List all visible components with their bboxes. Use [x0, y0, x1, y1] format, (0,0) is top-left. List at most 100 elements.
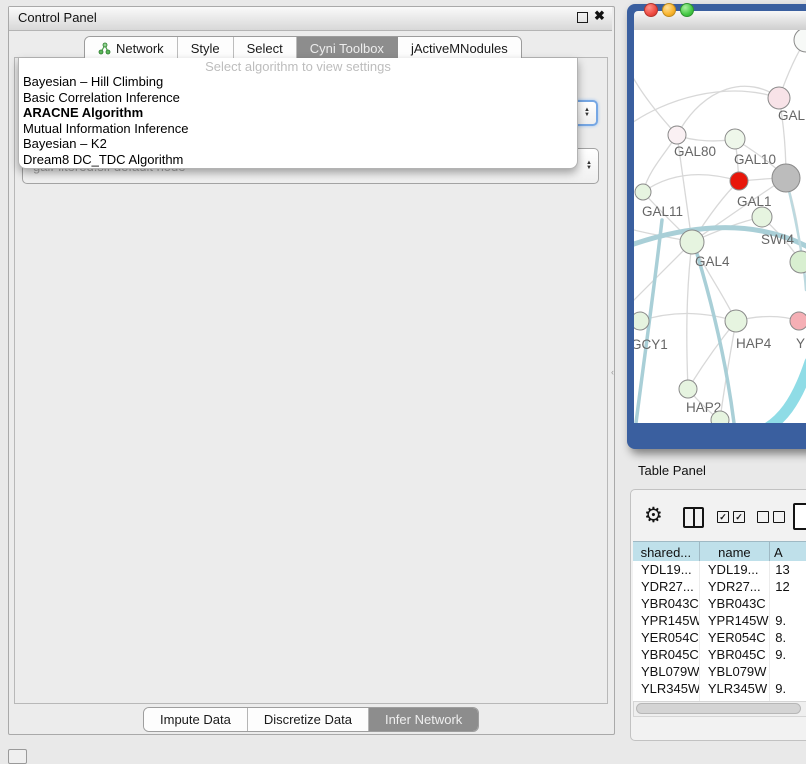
cell-value [770, 595, 806, 612]
tab-impute-data[interactable]: Impute Data [144, 708, 248, 731]
network-node[interactable] [772, 164, 800, 192]
network-node-label: GAL [778, 108, 806, 123]
dropdown-item-bayesian-hill-climbing[interactable]: Bayesian – Hill Climbing [19, 74, 577, 90]
import-table-icon[interactable] [793, 503, 806, 530]
dropdown-item-dream8[interactable]: Dream8 DC_TDC Algorithm [19, 152, 577, 168]
tab-network-label: Network [116, 41, 164, 56]
dropdown-item-bayesian-k2[interactable]: Bayesian – K2 [19, 136, 577, 152]
cell-shared: YBR045C [633, 646, 700, 663]
network-edge[interactable] [643, 175, 739, 192]
cell-shared: YER054C [633, 629, 700, 646]
select-all-icon[interactable]: ✓✓ [717, 511, 749, 523]
network-node-gal4[interactable] [680, 230, 704, 254]
network-node-label: GAL4 [695, 254, 730, 269]
column-header-clipped[interactable]: A [770, 542, 806, 562]
deselect-all-icon[interactable] [757, 511, 789, 523]
tab-style-label: Style [191, 41, 220, 56]
table-hscrollbar-thumb[interactable] [636, 703, 801, 714]
window-minimize-traffic-icon[interactable] [662, 3, 676, 17]
network-node-label: SWI4 [761, 232, 794, 247]
network-node-gal11[interactable] [635, 184, 651, 200]
panel-splitter-handle[interactable]: ‹ [611, 367, 614, 377]
algorithm-dropdown: Select algorithm to view settings Bayesi… [18, 58, 578, 169]
window-close-traffic-icon[interactable] [644, 3, 658, 17]
columns-icon[interactable] [683, 507, 704, 528]
column-header-name[interactable]: name [700, 542, 770, 562]
network-node-gal80[interactable] [668, 126, 686, 144]
cell-value: 12 [770, 578, 806, 595]
network-edge[interactable] [720, 321, 736, 420]
table-row[interactable]: YER054CYER054C8. [633, 629, 806, 646]
close-icon[interactable]: ✖ [594, 8, 605, 24]
network-edge[interactable] [752, 362, 806, 423]
tab-style[interactable]: Style [178, 37, 234, 59]
table-row[interactable]: YDR27...YDR27...12 [633, 578, 806, 595]
network-node-gcy1[interactable] [634, 312, 649, 330]
cell-name: YER054C [700, 629, 770, 646]
network-node-hap2[interactable] [679, 380, 697, 398]
table-row[interactable]: YBL079WYBL079W [633, 663, 806, 680]
tab-discretize-data-label: Discretize Data [264, 712, 352, 727]
cell-name: YPR145W [700, 612, 770, 629]
network-node-label: GCY1 [634, 337, 668, 352]
cell-value: 9. [770, 612, 806, 629]
dropdown-item-mutual-information[interactable]: Mutual Information Inference [19, 121, 577, 137]
network-edge[interactable] [643, 135, 677, 192]
network-edge[interactable] [634, 91, 779, 125]
network-node[interactable] [794, 30, 806, 52]
table-row[interactable]: YBR045CYBR045C9. [633, 646, 806, 663]
network-canvas[interactable]: GALGAL80GAL10GAL11GAL1SWI4GAL4GCY1HAP4YH… [634, 30, 806, 423]
cell-value [770, 663, 806, 680]
tab-select[interactable]: Select [234, 37, 297, 59]
network-node-y[interactable] [790, 312, 806, 330]
dropdown-item-aracne[interactable]: ARACNE Algorithm [19, 105, 577, 121]
network-edge[interactable] [694, 244, 734, 423]
network-node-gal[interactable] [768, 87, 790, 109]
column-header-shared-name[interactable]: shared... [633, 542, 700, 562]
network-node-label: GAL80 [674, 144, 716, 159]
tab-infer-network[interactable]: Infer Network [369, 708, 478, 731]
gear-icon[interactable]: ⚙ [644, 503, 663, 528]
dropdown-item-basic-correlation[interactable]: Basic Correlation Inference [19, 90, 577, 106]
network-node[interactable] [790, 251, 806, 273]
table-row[interactable]: YDL19...YDL19...13 [633, 561, 806, 578]
algorithm-dropdown-prompt: Select algorithm to view settings [19, 60, 577, 74]
cell-value: 9. [770, 680, 806, 697]
screen: Control Panel ✖ Network Style Select Cyn… [0, 0, 806, 762]
network-node-gal10[interactable] [725, 129, 745, 149]
cell-value: 13 [770, 561, 806, 578]
tab-cyni-toolbox-label: Cyni Toolbox [310, 41, 384, 56]
network-view-titlebar[interactable] [634, 11, 806, 31]
tab-network[interactable]: Network [85, 37, 178, 59]
cell-shared: YPR145W [633, 612, 700, 629]
cell-shared: YDR27... [633, 578, 700, 595]
cell-shared: YDL19... [633, 561, 700, 578]
tab-infer-network-label: Infer Network [385, 712, 462, 727]
network-edge[interactable] [687, 242, 692, 389]
tab-jactivemnodules[interactable]: jActiveMNodules [398, 37, 521, 59]
network-edge[interactable] [634, 242, 692, 305]
tab-select-label: Select [247, 41, 283, 56]
table-row[interactable]: YLR345WYLR345W9. [633, 680, 806, 697]
cell-name: YBL079W [700, 663, 770, 680]
network-node-gal1[interactable] [730, 172, 748, 190]
tab-cyni-toolbox[interactable]: Cyni Toolbox [297, 37, 398, 59]
network-node-label: HAP4 [736, 336, 772, 351]
network-edge[interactable] [640, 313, 736, 321]
table-header-row: shared... name A [633, 541, 806, 563]
cell-value: 9. [770, 646, 806, 663]
window-zoom-traffic-icon[interactable] [680, 3, 694, 17]
table-body: YDL19...YDL19...13 YDR27...YDR27...12 YB… [633, 561, 806, 703]
network-node-label: GAL10 [734, 152, 776, 167]
stepper-icon: ▲▼ [584, 108, 590, 118]
float-window-icon[interactable] [577, 12, 588, 23]
network-node-label: GAL11 [642, 204, 683, 219]
network-node-swi4[interactable] [752, 207, 772, 227]
table-row[interactable]: YBR043CYBR043C [633, 595, 806, 612]
network-node-hap4[interactable] [725, 310, 747, 332]
table-row[interactable]: YPR145WYPR145W9. [633, 612, 806, 629]
network-node-label: GAL1 [737, 194, 772, 209]
cell-shared: YBL079W [633, 663, 700, 680]
tab-discretize-data[interactable]: Discretize Data [248, 708, 369, 731]
network-node-label: Y [796, 336, 805, 351]
